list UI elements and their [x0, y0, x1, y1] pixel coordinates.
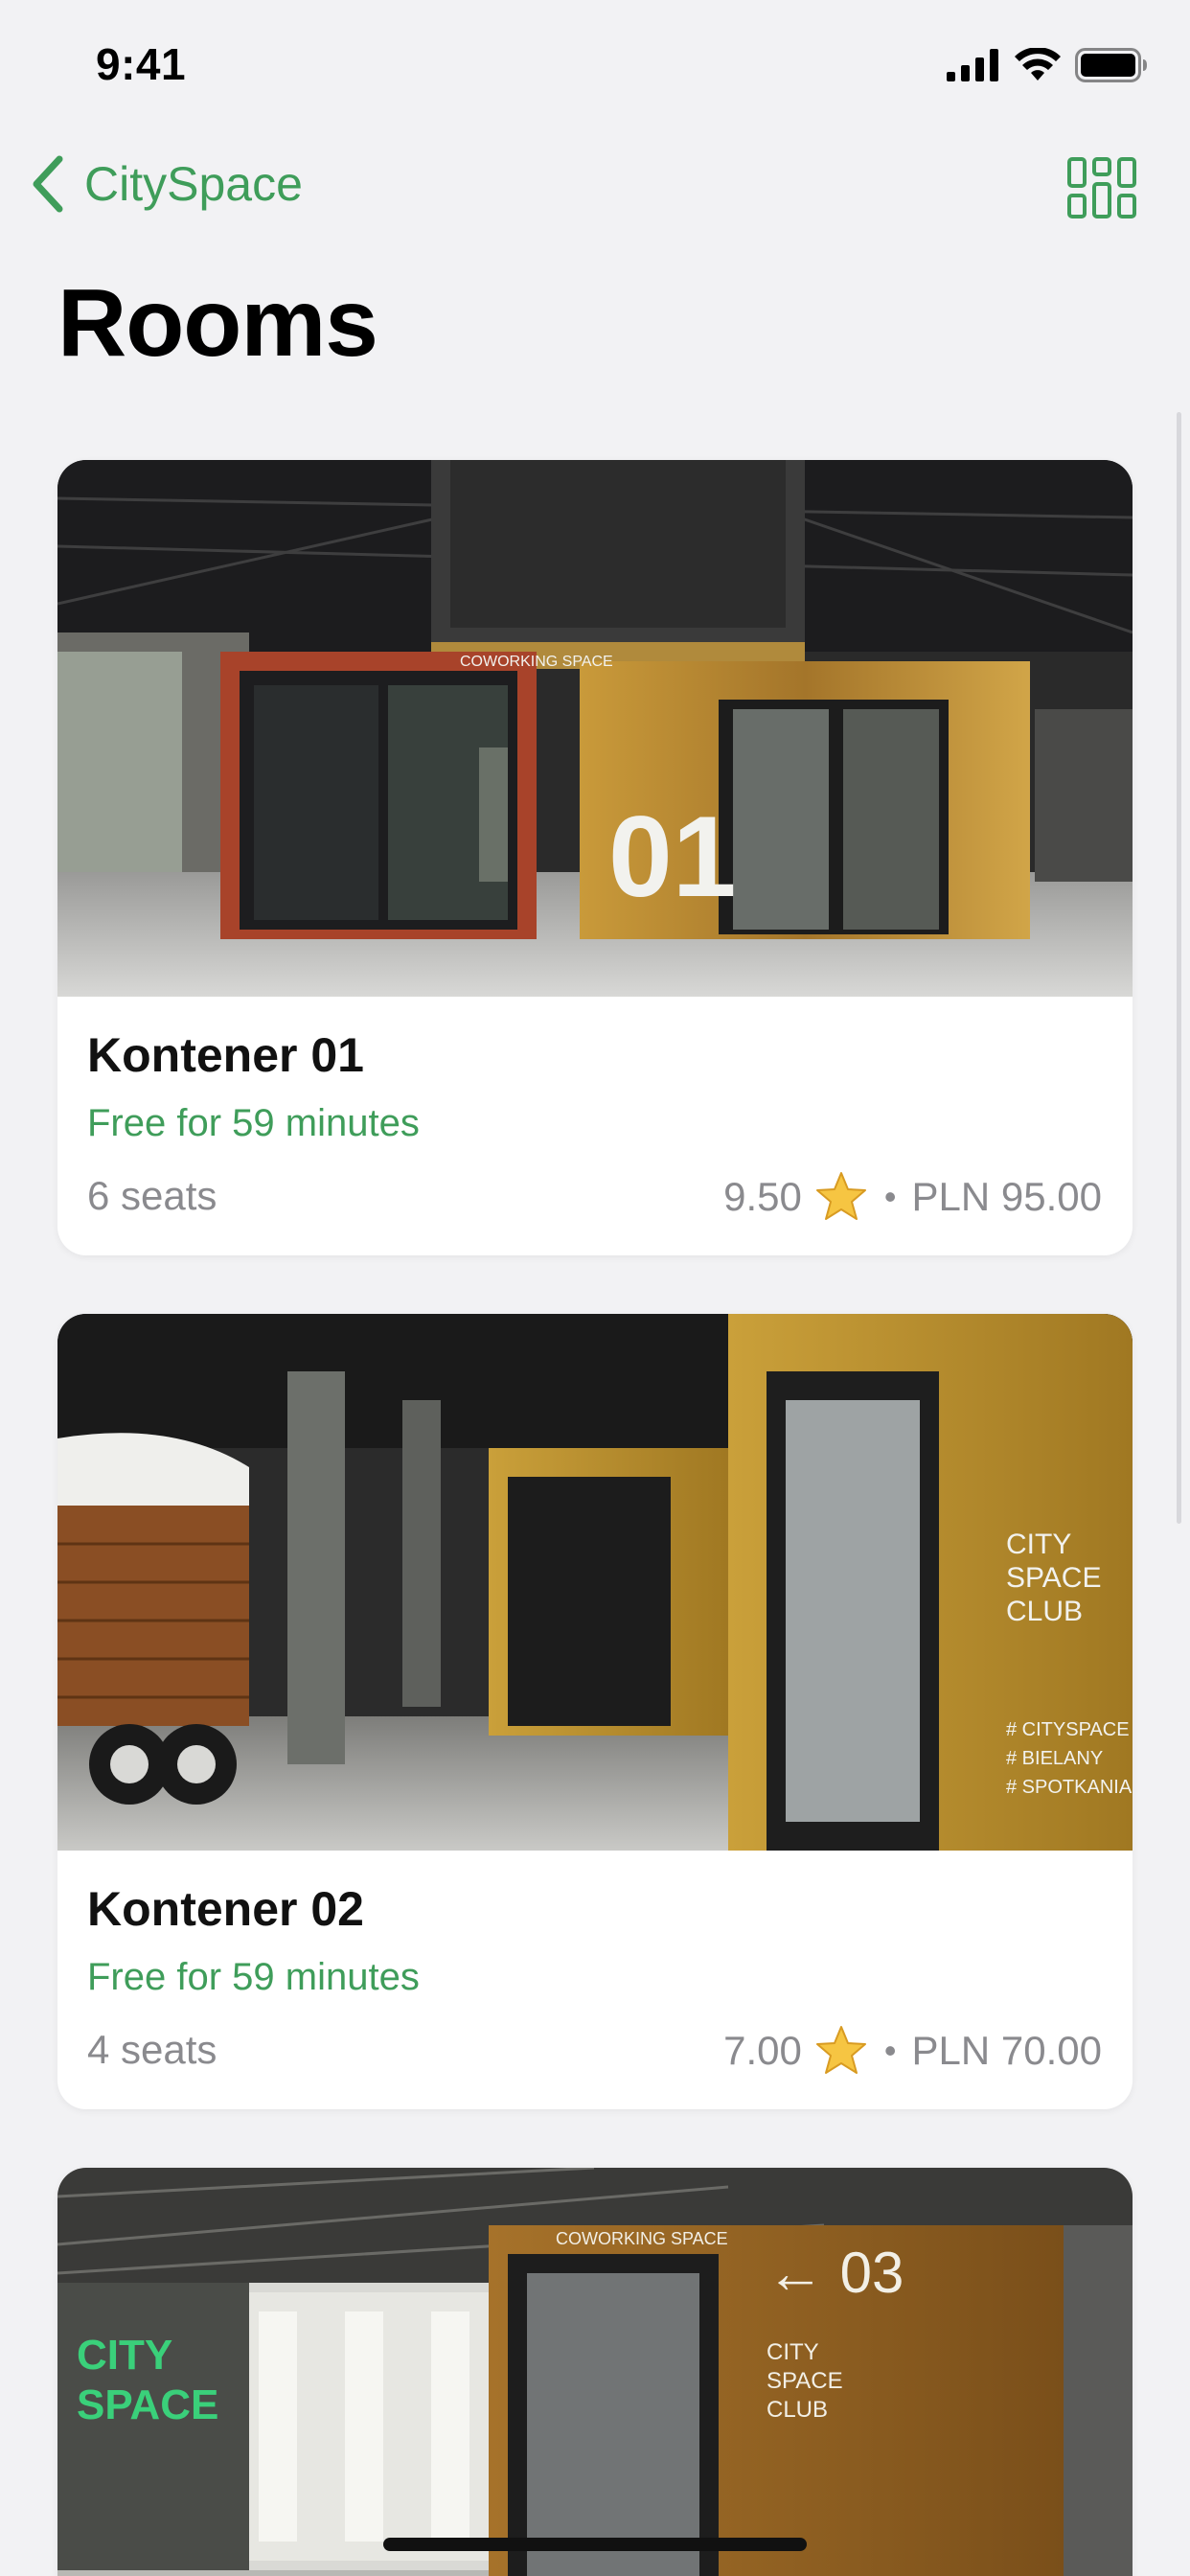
back-button[interactable]: CitySpace [29, 155, 303, 213]
svg-text:CLUB: CLUB [1006, 1596, 1083, 1627]
cellular-signal-icon [947, 49, 998, 81]
room-seats: 4 seats [87, 2027, 217, 2072]
separator-dot: • [883, 1177, 897, 1216]
navigation-bar: CitySpace [0, 144, 1190, 240]
svg-text:COWORKING SPACE: COWORKING SPACE [460, 654, 613, 670]
status-icons [947, 44, 1148, 86]
home-indicator[interactable] [383, 2538, 807, 2551]
room-price: PLN 70.00 [911, 2028, 1102, 2073]
svg-text:SPACE: SPACE [77, 2381, 218, 2428]
room-card[interactable]: CITY SPACE ← 03 CITY SPACE CLUB COWORKIN… [57, 2168, 1133, 2576]
grid-view-icon [1067, 157, 1136, 218]
svg-text:01: 01 [608, 793, 736, 921]
room-photo: CITY SPACE CLUB # CITYSPACE # BIELANY # … [57, 1314, 1133, 1851]
svg-text:COWORKING SPACE: COWORKING SPACE [556, 2229, 728, 2248]
chevron-left-icon [33, 155, 63, 213]
room-meta: 9.50 • PLN 95.00 [723, 1169, 1102, 1225]
room-name: Kontener 01 [87, 1028, 364, 1082]
status-time: 9:41 [96, 39, 187, 89]
svg-text:SPACE: SPACE [1006, 1562, 1101, 1594]
svg-text:SPACE: SPACE [767, 2368, 843, 2394]
svg-text:← 03: ← 03 [767, 2241, 904, 2305]
svg-text:# SPOTKANIA: # SPOTKANIA [1006, 1777, 1133, 1798]
rooms-screen: 9:41 CitySpace Rooms 01 COWORKING SPACE … [0, 0, 1190, 2576]
star-icon [815, 1172, 866, 1220]
svg-text:CITY: CITY [77, 2332, 172, 2379]
room-photo: CITY SPACE ← 03 CITY SPACE CLUB COWORKIN… [57, 2168, 1133, 2576]
back-label: CitySpace [84, 157, 303, 211]
room-card[interactable]: CITY SPACE CLUB # CITYSPACE # BIELANY # … [57, 1314, 1133, 2109]
room-seats: 6 seats [87, 1173, 217, 1218]
wifi-icon [1015, 48, 1061, 80]
scroll-indicator[interactable] [1177, 412, 1181, 1524]
status-bar: 9:41 [0, 0, 1190, 126]
room-availability: Free for 59 minutes [87, 1102, 420, 1144]
room-meta: 7.00 • PLN 70.00 [723, 2023, 1102, 2079]
room-price: PLN 95.00 [911, 1174, 1102, 1219]
star-icon [815, 2026, 866, 2074]
separator-dot: • [883, 2031, 897, 2070]
room-photo: 01 COWORKING SPACE [57, 460, 1133, 997]
room-availability: Free for 59 minutes [87, 1956, 420, 1998]
svg-text:CITY: CITY [1006, 1529, 1071, 1560]
page-title: Rooms [57, 269, 378, 377]
svg-text:# CITYSPACE: # CITYSPACE [1006, 1719, 1130, 1740]
room-name: Kontener 02 [87, 1882, 364, 1936]
svg-text:# BIELANY: # BIELANY [1006, 1748, 1103, 1769]
svg-text:CLUB: CLUB [767, 2397, 828, 2423]
grid-view-button[interactable] [1067, 157, 1136, 218]
battery-icon [1075, 48, 1147, 82]
room-card[interactable]: 01 COWORKING SPACE Kontener 01 Free for … [57, 460, 1133, 1255]
room-rating: 7.00 [723, 2028, 802, 2073]
svg-text:CITY: CITY [767, 2339, 819, 2365]
room-rating: 9.50 [723, 1174, 802, 1219]
